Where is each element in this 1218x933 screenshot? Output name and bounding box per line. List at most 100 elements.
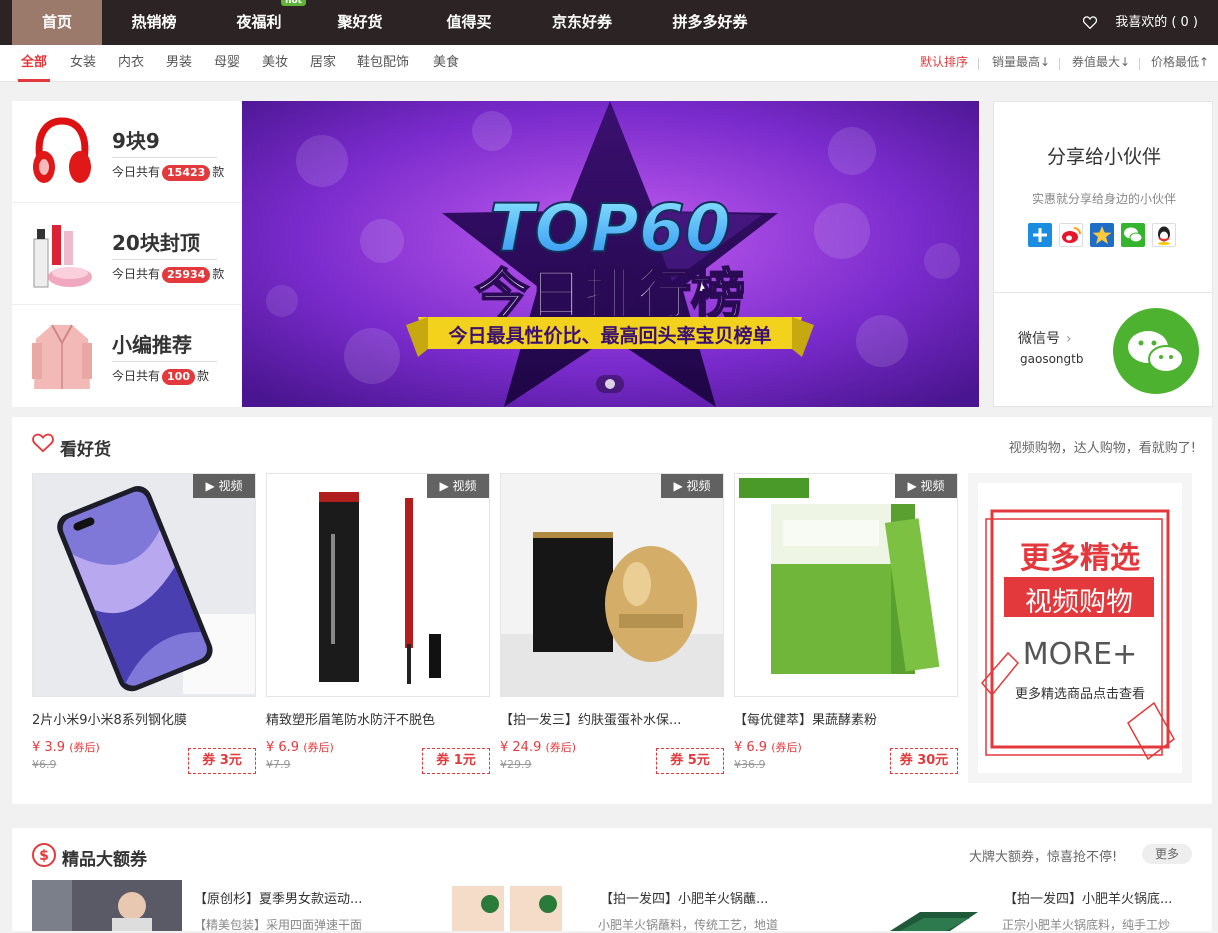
hotpot-base-image — [880, 904, 980, 931]
video-badge: ▶ 视频 — [661, 474, 723, 498]
sort-divider — [1059, 58, 1060, 70]
nav-hot-sale[interactable]: 热销榜 — [108, 0, 200, 45]
video-label: 视频 — [452, 479, 477, 493]
promo-prefix: 今日共有 — [112, 267, 161, 281]
more-button[interactable]: 更多 — [1142, 844, 1192, 864]
section-title: 精品大额券 — [62, 850, 147, 870]
price-value: ¥ 24.9 — [500, 740, 542, 755]
video-label: 视频 — [920, 479, 945, 493]
category-bar: 全部 女装 内衣 男装 母婴 美妆 居家 鞋包配饰 美食 默认排序 销量最高↓ … — [0, 45, 1218, 82]
qq-icon[interactable] — [1152, 223, 1176, 247]
nav-night-welfare-label: 夜福利 — [236, 13, 282, 31]
coat-image — [32, 324, 92, 389]
wechat-id: gaosongtb — [1020, 352, 1084, 366]
product-image[interactable]: ▶ 视频 — [734, 473, 958, 697]
wechat-logo-icon — [1113, 308, 1199, 394]
category-baby[interactable]: 母婴 — [214, 45, 240, 82]
share-more-icon[interactable] — [1028, 223, 1052, 247]
nav-night-welfare[interactable]: 夜福利 hot — [214, 0, 306, 45]
coupon-button[interactable]: 券 30元 — [890, 748, 958, 774]
original-price: ¥29.9 — [500, 758, 532, 771]
category-shoes-bags[interactable]: 鞋包配饰 — [357, 45, 409, 82]
dollar-icon: $ — [32, 843, 56, 867]
video-camera-icon: ▶ — [205, 479, 219, 493]
coupon-item-image[interactable] — [450, 884, 564, 931]
product-image[interactable]: ▶ 视频 — [32, 473, 256, 697]
promo-9-9[interactable]: 9块9 今日共有 15423 款 — [12, 101, 242, 203]
banner-title: 今日排行榜 — [475, 263, 745, 326]
coupon-item-name[interactable]: 【拍一发四】小肥羊火锅底... — [1004, 888, 1172, 907]
qzone-icon[interactable] — [1090, 223, 1114, 247]
nav-good-stuff[interactable]: 聚好货 — [318, 0, 402, 45]
more-video-shopping-card[interactable]: 更多精选 视频购物 MORE+ 更多精选商品点击查看 — [968, 473, 1192, 783]
product-card[interactable]: ▶ 视频 精致塑形眉笔防水防汗不脱色 ¥ 6.9 (券后) ¥7.9 券 1元 — [266, 473, 490, 774]
top60-banner[interactable]: TOP60 今日排行榜 今日最具性价比、最高回头率宝贝榜单 — [242, 101, 979, 407]
coupon-item-desc: 【精美包装】采用四面弹速干面 — [194, 918, 363, 932]
coupon-item-name[interactable]: 【拍一发四】小肥羊火锅蘸... — [600, 888, 768, 907]
coupon-button[interactable]: 券 5元 — [656, 748, 724, 774]
product-price: ¥ 6.9 (券后) — [266, 739, 334, 755]
category-women[interactable]: 女装 — [70, 45, 96, 82]
category-underwear[interactable]: 内衣 — [118, 45, 144, 82]
product-card[interactable]: ▶ 视频 2片小米9小米8系列钢化膜 ¥ 3.9 (券后) ¥6.9 券 3元 — [32, 473, 256, 774]
sort-divider — [978, 58, 979, 70]
product-name[interactable]: 【拍一发三】约肤蛋蛋补水保... — [500, 709, 724, 728]
product-image[interactable]: ▶ 视频 — [500, 473, 724, 697]
promo-suffix: 款 — [196, 369, 209, 383]
sort-price[interactable]: 价格最低↑ — [1151, 45, 1209, 82]
coupon-button[interactable]: 券 1元 — [422, 748, 490, 774]
original-price: ¥36.9 — [734, 758, 766, 771]
tshirt-model-image — [32, 880, 182, 931]
promo-20-cap[interactable]: 20块封顶 今日共有 25934 款 — [12, 203, 242, 305]
product-price: ¥ 6.9 (券后) — [734, 739, 802, 755]
heart-icon — [32, 433, 54, 453]
category-beauty[interactable]: 美妆 — [262, 45, 288, 82]
video-camera-icon: ▶ — [907, 479, 921, 493]
promo-suffix: 款 — [212, 267, 225, 281]
product-name[interactable]: 2片小米9小米8系列钢化膜 — [32, 709, 256, 728]
coupon-item-image[interactable] — [32, 880, 182, 931]
sort-default[interactable]: 默认排序 — [920, 45, 968, 82]
more-line3: MORE+ — [1022, 637, 1138, 672]
eyebrow-pencil-image — [267, 474, 489, 696]
coupon-item-image[interactable] — [880, 904, 980, 931]
promo-editor-pick[interactable]: 小编推荐 今日共有 100 款 — [12, 305, 242, 407]
product-name[interactable]: 精致塑形眉笔防水防汗不脱色 — [266, 709, 490, 728]
nav-worth-buying[interactable]: 值得买 — [426, 0, 512, 45]
product-image[interactable]: ▶ 视频 — [266, 473, 490, 697]
video-label: 视频 — [218, 479, 243, 493]
promo-underline — [112, 259, 217, 260]
coupon-button[interactable]: 券 3元 — [188, 748, 256, 774]
category-men[interactable]: 男装 — [166, 45, 192, 82]
category-all[interactable]: 全部 — [18, 45, 51, 82]
product-card[interactable]: ▶ 视频 【每优健萃】果蔬酵素粉 ¥ 6.9 (券后) ¥36.9 券 30元 — [734, 473, 958, 774]
product-name[interactable]: 【每优健萃】果蔬酵素粉 — [734, 709, 958, 728]
nav-home[interactable]: 首页 — [12, 0, 102, 45]
favorites-link[interactable]: 我喜欢的 ( 0 ) — [1082, 0, 1198, 45]
promo-count: 15423 — [162, 165, 211, 181]
promo-title: 20块封顶 — [112, 231, 200, 255]
wechat-share-icon[interactable] — [1121, 223, 1145, 247]
banner-ribbon-text: 今日最具性价比、最高回头率宝贝榜单 — [447, 324, 771, 347]
coupon-item-name[interactable]: 【原创杉】夏季男女款运动... — [194, 888, 362, 907]
promo-prefix: 今日共有 — [112, 165, 161, 179]
video-badge: ▶ 视频 — [193, 474, 255, 498]
nav-jd-coupons[interactable]: 京东好券 — [534, 0, 630, 45]
promo-count-line: 今日共有 25934 款 — [112, 265, 224, 283]
sort-coupon[interactable]: 券值最大↓ — [1072, 45, 1130, 82]
section-tagline: 视频购物，达人购物，看就购了! — [1008, 441, 1196, 456]
category-home[interactable]: 居家 — [310, 45, 336, 82]
nav-pdd-coupons[interactable]: 拼多多好券 — [660, 0, 760, 45]
category-food[interactable]: 美食 — [433, 45, 459, 82]
chevron-right-icon: › — [1066, 331, 1072, 347]
promo-suffix: 款 — [212, 165, 225, 179]
promo-count: 100 — [162, 369, 195, 385]
weibo-icon[interactable] — [1059, 223, 1083, 247]
product-card[interactable]: ▶ 视频 【拍一发三】约肤蛋蛋补水保... ¥ 24.9 (券后) ¥29.9 … — [500, 473, 724, 774]
price-value: ¥ 6.9 — [266, 740, 300, 755]
good-stuff-section: 看好货 视频购物，达人购物，看就购了! ▶ 视频 2片小米9小米8系列钢化膜 ¥… — [12, 417, 1212, 804]
share-subtitle: 实惠就分享给身边的小伙伴 — [1031, 192, 1176, 206]
svg-text:$: $ — [39, 848, 49, 864]
sort-sales[interactable]: 销量最高↓ — [992, 45, 1050, 82]
more-line2: 视频购物 — [1025, 587, 1133, 618]
